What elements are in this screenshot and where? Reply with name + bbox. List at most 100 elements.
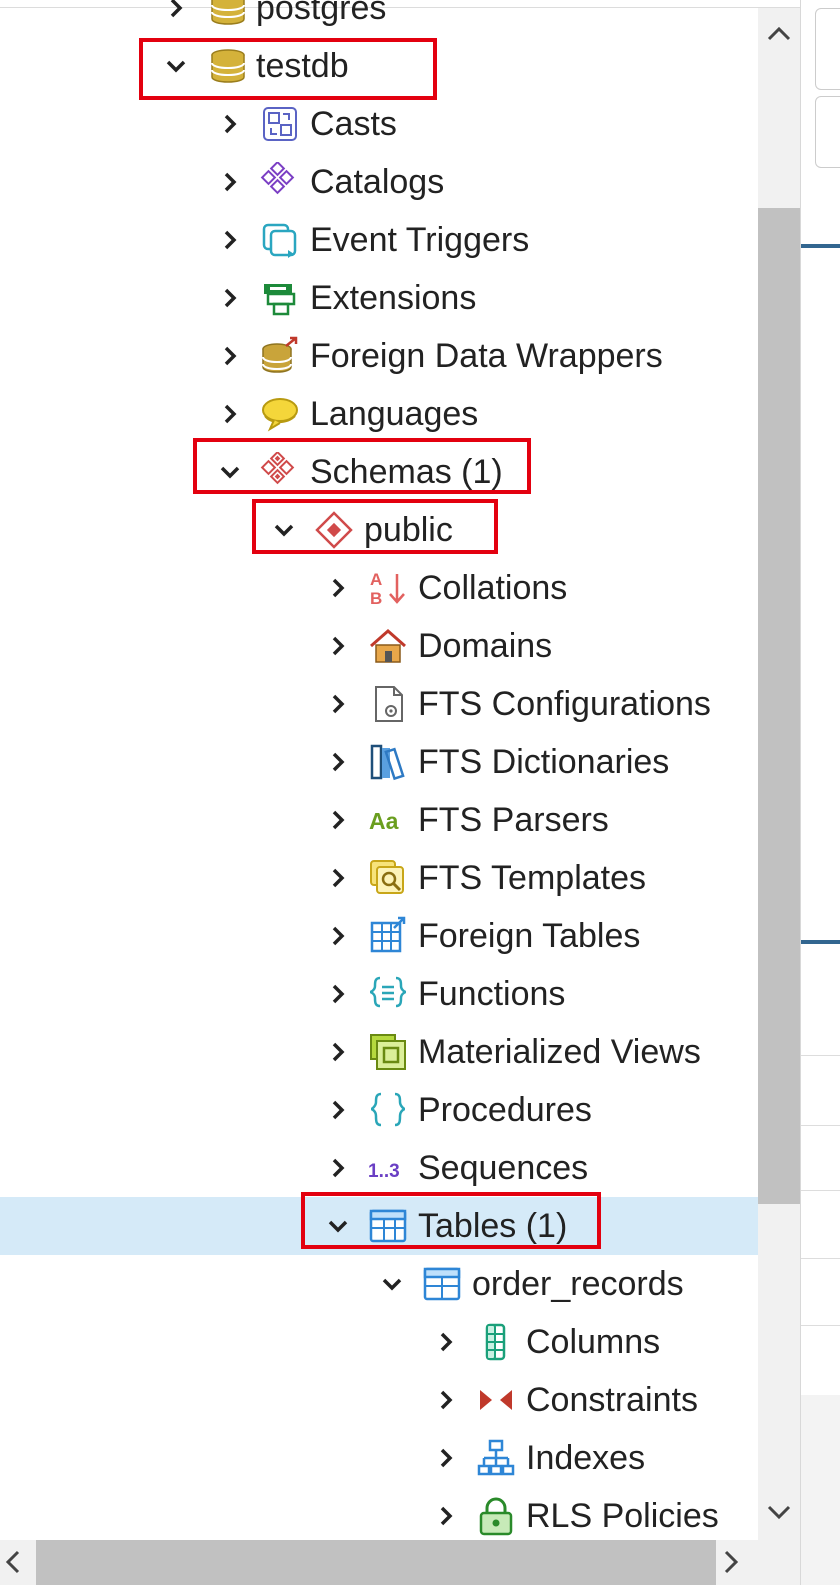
- tree-node-materialized-views[interactable]: Materialized Views: [0, 1023, 758, 1081]
- scroll-up-arrow-icon[interactable]: [758, 16, 800, 52]
- event-triggers-icon: [260, 220, 300, 260]
- tree-node-fts-parsers[interactable]: Aa FTS Parsers: [0, 791, 758, 849]
- tree-node-label: FTS Parsers: [418, 801, 609, 839]
- chevron-right-icon[interactable]: [218, 344, 242, 368]
- scroll-left-arrow-icon[interactable]: [0, 1544, 30, 1580]
- right-panel-divider: [801, 1190, 840, 1191]
- chevron-right-icon[interactable]: [434, 1388, 458, 1412]
- tree-node-languages[interactable]: Languages: [0, 385, 758, 443]
- tree-node-casts[interactable]: Casts: [0, 95, 758, 153]
- domains-icon: [368, 626, 408, 666]
- tree-node-sequences[interactable]: 1..3 Sequences: [0, 1139, 758, 1197]
- columns-icon: [476, 1322, 516, 1362]
- right-panel-divider: [801, 1055, 840, 1056]
- chevron-right-icon[interactable]: [326, 866, 350, 890]
- svg-text:A: A: [370, 570, 382, 589]
- tree-node-fts-configurations[interactable]: FTS Configurations: [0, 675, 758, 733]
- collations-icon: AB: [368, 568, 408, 608]
- tree-node-postgres[interactable]: postgres: [0, 0, 758, 37]
- chevron-right-icon[interactable]: [218, 228, 242, 252]
- tree-node-procedures[interactable]: Procedures: [0, 1081, 758, 1139]
- tree-node-columns[interactable]: Columns: [0, 1313, 758, 1371]
- tree-node-event-triggers[interactable]: Event Triggers: [0, 211, 758, 269]
- right-panel-button[interactable]: [815, 96, 840, 168]
- vertical-scrollbar[interactable]: [758, 8, 800, 1558]
- tree-node-label: FTS Templates: [418, 859, 647, 897]
- chevron-right-icon[interactable]: [326, 1156, 350, 1180]
- scroll-right-arrow-icon[interactable]: [716, 1544, 746, 1580]
- foreign-tables-icon: [368, 916, 408, 956]
- tree-node-catalogs[interactable]: Catalogs: [0, 153, 758, 211]
- chevron-right-icon[interactable]: [218, 286, 242, 310]
- right-panel-tab-underline: [801, 940, 840, 944]
- chevron-right-icon[interactable]: [326, 982, 350, 1006]
- tree-node-label: Sequences: [418, 1149, 589, 1187]
- chevron-right-icon[interactable]: [326, 1098, 350, 1122]
- object-browser-tree: postgres testdb Casts Catalogs Event Trigger…: [0, 0, 758, 1558]
- tree-node-label: Foreign Data Wrappers: [310, 337, 663, 375]
- casts-icon: [260, 104, 300, 144]
- chevron-right-icon[interactable]: [164, 0, 188, 20]
- tree-node-label: Domains: [418, 627, 553, 665]
- right-panel-divider: [801, 1125, 840, 1126]
- tree-node-fts-templates[interactable]: FTS Templates: [0, 849, 758, 907]
- tree-node-label: Constraints: [526, 1381, 698, 1419]
- fts-configurations-icon: [368, 684, 408, 724]
- vertical-scrollbar-thumb[interactable]: [758, 208, 800, 1204]
- right-panel-button[interactable]: [815, 8, 840, 90]
- materialized-views-icon: [368, 1032, 408, 1072]
- chevron-right-icon[interactable]: [326, 634, 350, 658]
- chevron-right-icon[interactable]: [326, 576, 350, 600]
- chevron-right-icon[interactable]: [218, 402, 242, 426]
- highlight-box: [301, 1192, 601, 1249]
- horizontal-scrollbar-thumb[interactable]: [36, 1540, 716, 1585]
- tree-node-rls-policies[interactable]: RLS Policies: [0, 1487, 758, 1545]
- tree-node-extensions[interactable]: Extensions: [0, 269, 758, 327]
- chevron-right-icon[interactable]: [326, 750, 350, 774]
- chevron-right-icon[interactable]: [218, 170, 242, 194]
- fts-parsers-icon: Aa: [368, 800, 408, 840]
- chevron-right-icon[interactable]: [434, 1446, 458, 1470]
- tree-node-label: postgres: [256, 0, 387, 27]
- tree-node-label: Languages: [310, 395, 479, 433]
- tree-node-foreign-tables[interactable]: Foreign Tables: [0, 907, 758, 965]
- catalogs-icon: [260, 162, 300, 202]
- chevron-right-icon[interactable]: [434, 1330, 458, 1354]
- tree-node-constraints[interactable]: Constraints: [0, 1371, 758, 1429]
- tree-node-indexes[interactable]: Indexes: [0, 1429, 758, 1487]
- scroll-down-arrow-icon[interactable]: [758, 1494, 800, 1530]
- right-panel-divider: [801, 1325, 840, 1326]
- table-icon: [422, 1264, 462, 1304]
- chevron-down-icon[interactable]: [380, 1272, 404, 1296]
- right-panel-tab-underline: [801, 244, 840, 248]
- tree-node-label: Columns: [526, 1323, 661, 1361]
- tree-node-order-records[interactable]: order_records: [0, 1255, 758, 1313]
- highlight-box: [139, 38, 437, 100]
- svg-text:B: B: [370, 589, 382, 608]
- tree-node-domains[interactable]: Domains: [0, 617, 758, 675]
- chevron-right-icon[interactable]: [218, 112, 242, 136]
- constraints-icon: [476, 1380, 516, 1420]
- tree-node-functions[interactable]: Functions: [0, 965, 758, 1023]
- tree-node-label: Extensions: [310, 279, 477, 317]
- tree-node-label: Indexes: [526, 1439, 646, 1477]
- chevron-right-icon[interactable]: [326, 808, 350, 832]
- procedures-icon: [368, 1090, 408, 1130]
- tree-node-fts-dictionaries[interactable]: FTS Dictionaries: [0, 733, 758, 791]
- tree-node-foreign-data-wrappers[interactable]: Foreign Data Wrappers: [0, 327, 758, 385]
- svg-text:1..3: 1..3: [368, 1161, 400, 1182]
- chevron-right-icon[interactable]: [326, 924, 350, 948]
- tree-node-label: Casts: [310, 105, 397, 143]
- foreign-data-wrappers-icon: [260, 336, 300, 376]
- chevron-right-icon[interactable]: [326, 1040, 350, 1064]
- horizontal-scrollbar[interactable]: [0, 1540, 758, 1585]
- chevron-right-icon[interactable]: [326, 692, 350, 716]
- chevron-right-icon[interactable]: [434, 1504, 458, 1528]
- right-panel-divider: [801, 1258, 840, 1259]
- extensions-icon: [260, 278, 300, 318]
- languages-icon: [260, 394, 300, 434]
- tree-node-collations[interactable]: A B Collations: [0, 559, 758, 617]
- highlight-box: [193, 438, 531, 494]
- tree-node-label: Functions: [418, 975, 566, 1013]
- indexes-icon: [476, 1438, 516, 1478]
